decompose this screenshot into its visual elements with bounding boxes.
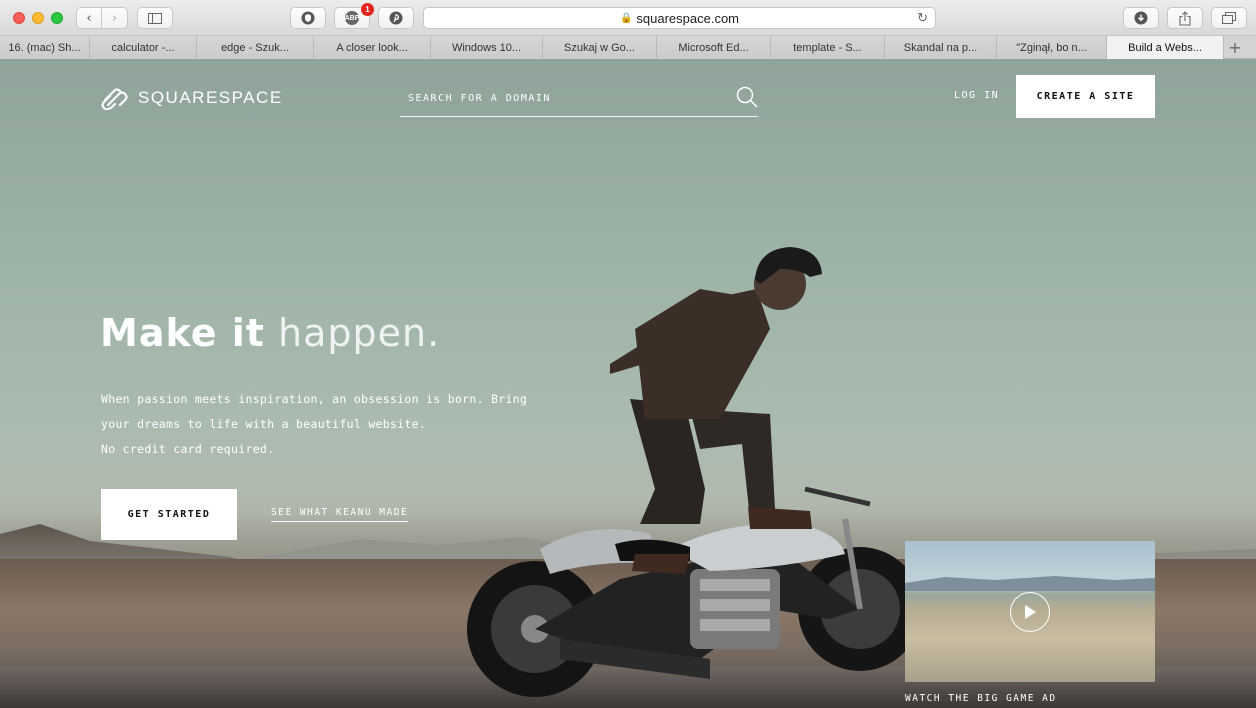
- nav-buttons: ‹ ›: [76, 7, 128, 29]
- browser-tab[interactable]: Windows 10...: [431, 36, 543, 59]
- url-text: squarespace.com: [636, 10, 740, 26]
- video-thumbnail-mountains: [905, 576, 1155, 591]
- tab-bar: 16. (mac) Sh... calculator -... edge - S…: [0, 36, 1256, 59]
- tabs-overview-button[interactable]: [1211, 7, 1247, 29]
- forward-button[interactable]: ›: [102, 7, 128, 29]
- address-bar[interactable]: 🔒 squarespace.com ↻: [423, 7, 936, 29]
- hero-section: SQUARESPACE LOG IN CREATE A SITE Make it…: [0, 59, 1256, 708]
- headline-part1: Make it: [100, 311, 265, 355]
- hero-description: When passion meets inspiration, an obses…: [101, 387, 528, 462]
- browser-tab[interactable]: Microsoft Ed...: [657, 36, 771, 59]
- browser-tab[interactable]: "Zginął, bo n...: [997, 36, 1107, 59]
- create-site-button[interactable]: CREATE A SITE: [1016, 75, 1155, 118]
- browser-tab[interactable]: edge - Szuk...: [197, 36, 314, 59]
- video-caption[interactable]: WATCH THE BIG GAME AD: [905, 693, 1057, 704]
- reload-icon[interactable]: ↻: [917, 10, 928, 26]
- squarespace-logo-icon: [101, 88, 128, 110]
- big-game-ad-video[interactable]: [905, 541, 1155, 682]
- adblock-extension-button[interactable]: ABP 1: [334, 3, 374, 29]
- description-line: When passion meets inspiration, an obses…: [101, 392, 528, 406]
- share-icon: [1179, 10, 1191, 26]
- description-line: No credit card required.: [101, 442, 275, 456]
- log-in-link[interactable]: LOG IN: [954, 90, 999, 101]
- share-button[interactable]: [1167, 7, 1203, 29]
- chevron-right-icon: ›: [111, 10, 118, 26]
- browser-tab[interactable]: 16. (mac) Sh...: [0, 36, 90, 59]
- maximize-window-button[interactable]: [51, 12, 63, 24]
- pinterest-icon: [389, 11, 403, 25]
- new-tab-button[interactable]: +: [1224, 36, 1246, 58]
- chevron-left-icon: ‹: [86, 10, 92, 26]
- logo-text: SQUARESPACE: [138, 88, 283, 107]
- headline-part2: happen.: [278, 311, 441, 355]
- browser-toolbar: ‹ › ABP 1 🔒 squarespace.com ↻: [0, 0, 1256, 36]
- downloads-button[interactable]: [1123, 7, 1159, 29]
- browser-tab[interactable]: A closer look...: [314, 36, 431, 59]
- hero-headline: Make it happen.: [100, 311, 440, 355]
- squarespace-logo[interactable]: SQUARESPACE: [100, 86, 283, 110]
- sidebar-icon: [148, 12, 162, 24]
- privacy-extension-button[interactable]: [290, 7, 326, 29]
- get-started-button[interactable]: GET STARTED: [101, 489, 237, 540]
- lock-icon: 🔒: [619, 12, 633, 24]
- plus-icon: +: [1228, 37, 1242, 57]
- domain-search-input[interactable]: [400, 93, 720, 104]
- search-icon[interactable]: [736, 86, 758, 108]
- see-what-keanu-made-link[interactable]: SEE WHAT KEANU MADE: [271, 507, 409, 522]
- browser-tab[interactable]: Szukaj w Go...: [543, 36, 657, 59]
- back-button[interactable]: ‹: [76, 7, 102, 29]
- browser-tab-active[interactable]: Build a Webs...: [1107, 36, 1224, 59]
- download-icon: [1134, 11, 1148, 25]
- sidebar-toggle-button[interactable]: [137, 7, 173, 29]
- shield-icon: [301, 11, 315, 25]
- minimize-window-button[interactable]: [32, 12, 44, 24]
- notification-badge: 1: [361, 3, 374, 16]
- description-line: your dreams to life with a beautiful web…: [101, 417, 427, 431]
- close-window-button[interactable]: [13, 12, 25, 24]
- play-icon: [1025, 605, 1036, 619]
- adblock-icon: ABP: [345, 11, 359, 25]
- browser-tab[interactable]: calculator -...: [90, 36, 197, 59]
- browser-tab[interactable]: template - S...: [771, 36, 885, 59]
- domain-search: [400, 81, 758, 117]
- tabs-icon: [1222, 12, 1236, 24]
- play-button[interactable]: [1010, 592, 1050, 632]
- pinterest-extension-button[interactable]: [378, 7, 414, 29]
- browser-tab[interactable]: Skandal na p...: [885, 36, 997, 59]
